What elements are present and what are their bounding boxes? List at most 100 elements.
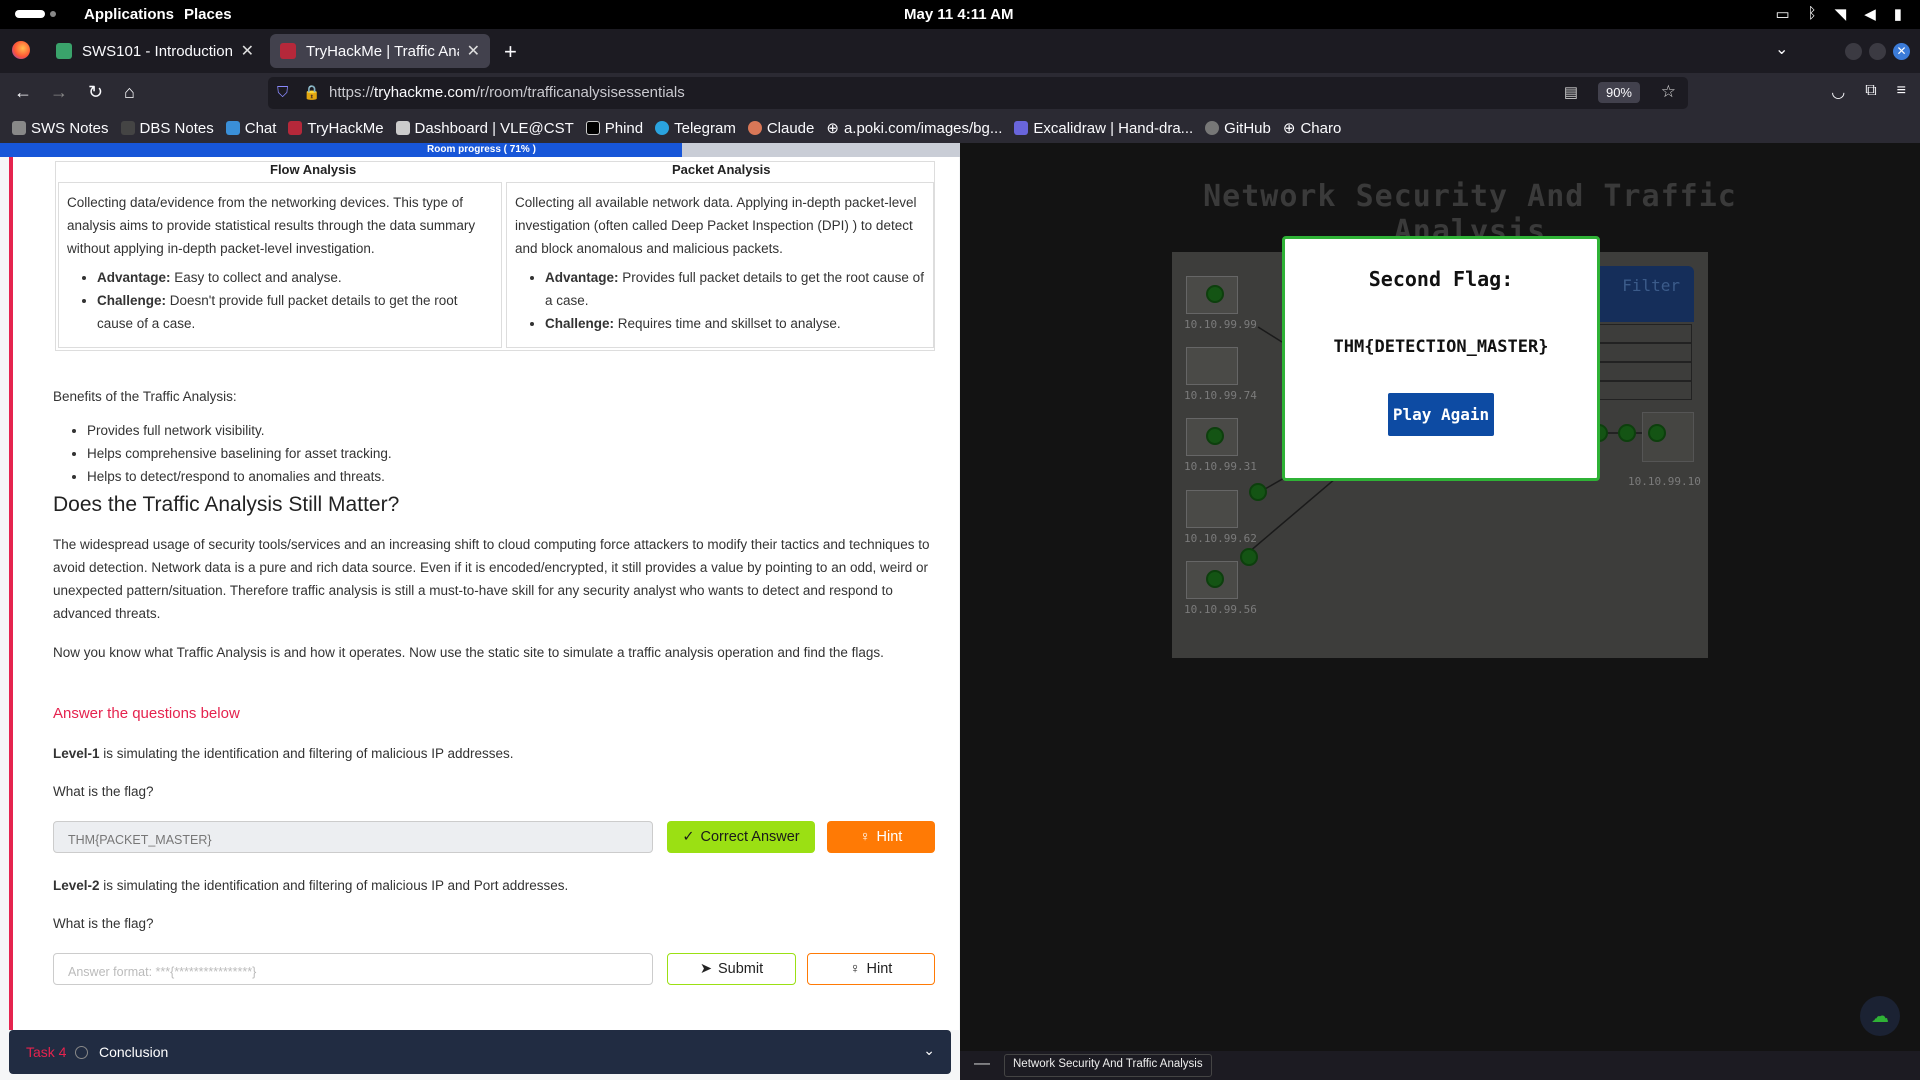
hint-button[interactable]: ♀ Hint <box>807 953 935 985</box>
host-node[interactable] <box>1186 490 1238 528</box>
close-tab-icon[interactable]: ✕ <box>467 41 480 61</box>
tab-title: TryHackMe | Traffic Analy <box>306 42 459 60</box>
navigation-toolbar: ← → ↻ ⌂ ⛉ 🔒 https://tryhackme.com/r/room… <box>0 73 1920 113</box>
tracking-shield-icon[interactable]: ⛉ <box>277 84 288 101</box>
room-progress-label: Room progress ( 71% ) <box>427 144 536 155</box>
back-arrow-icon[interactable]: ← <box>14 82 32 103</box>
close-window-button[interactable]: ✕ <box>1893 43 1910 60</box>
host-node[interactable] <box>1186 347 1238 385</box>
correct-answer-button[interactable]: ✓ Correct Answer <box>667 821 815 853</box>
firefox-icon[interactable] <box>12 41 30 59</box>
battery-icon[interactable]: ▮ <box>1894 5 1902 23</box>
applications-menu[interactable]: Applications <box>84 6 174 23</box>
wifi-icon[interactable]: ◥ <box>1835 5 1847 23</box>
tab-sws101[interactable]: SWS101 - Introduction to ✕ <box>46 34 264 68</box>
comparison-table: Flow Analysis Packet Analysis Collecting… <box>55 161 935 351</box>
packet-description: Collecting all available network data. A… <box>515 195 917 256</box>
activities-indicator[interactable] <box>15 10 45 18</box>
globe-icon: ⊕ <box>1282 120 1296 137</box>
reader-view-icon[interactable]: ▤ <box>1564 83 1578 101</box>
flow-analysis-cell: Collecting data/evidence from the networ… <box>58 182 502 348</box>
task-4-header[interactable]: Task 4 Conclusion ⌄ <box>9 1030 951 1074</box>
lightbulb-icon: ♀ <box>849 960 861 977</box>
pocket-icon[interactable]: ◡ <box>1831 82 1845 102</box>
packet-challenge: Challenge: Requires time and skillset to… <box>545 312 925 335</box>
lightbulb-icon: ♀ <box>859 828 871 845</box>
task-content-card: Flow Analysis Packet Analysis Collecting… <box>9 157 959 1030</box>
reload-icon[interactable]: ↻ <box>88 82 103 103</box>
system-top-bar: Applications Places May 11 4:11 AM ▭ ᛒ ◥… <box>0 0 1920 29</box>
menu-hamburger-icon[interactable]: ≡ <box>1897 82 1906 102</box>
bookmark-poki[interactable]: ⊕ a.poki.com/images/bg... <box>826 119 1002 138</box>
answer-questions-heading: Answer the questions below <box>53 705 240 722</box>
extensions-icon[interactable]: ⧉ <box>1865 82 1876 102</box>
bookmark-dbs-notes[interactable]: DBS Notes <box>120 120 214 137</box>
dashboard-icon <box>395 121 410 135</box>
url-text[interactable]: https://tryhackme.com/r/room/trafficanal… <box>329 84 685 101</box>
flow-challenge: Challenge: Doesn't provide full packet d… <box>97 289 493 335</box>
minimize-window-button[interactable] <box>1845 43 1862 60</box>
screen-icon[interactable]: ▭ <box>1775 5 1789 23</box>
tab-title: SWS101 - Introduction to <box>82 42 233 60</box>
packet-analysis-header: Packet Analysis <box>672 162 771 177</box>
bookmark-github[interactable]: GitHub <box>1205 120 1271 137</box>
bookmark-tryhackme[interactable]: TryHackMe <box>288 120 384 137</box>
bluetooth-icon[interactable]: ᛒ <box>1808 5 1817 23</box>
claude-icon <box>747 121 762 135</box>
link-dot <box>1240 548 1258 566</box>
zoom-level-button[interactable]: 90% <box>1597 82 1640 103</box>
clock[interactable]: May 11 4:11 AM <box>904 6 1014 23</box>
maximize-window-button[interactable] <box>1869 43 1886 60</box>
bookmark-star-icon[interactable]: ☆ <box>1661 82 1676 102</box>
new-tab-icon[interactable]: + <box>504 39 517 65</box>
globe-icon: ⊕ <box>826 120 839 137</box>
list-tabs-chevron-icon[interactable]: ⌄ <box>1775 39 1788 59</box>
server-status-dot <box>1648 424 1666 442</box>
question-1-answer-input[interactable]: THM{PACKET_MASTER} <box>53 821 653 853</box>
bookmark-telegram[interactable]: Telegram <box>655 120 736 137</box>
places-menu[interactable]: Places <box>184 6 232 23</box>
bookmark-dashboard[interactable]: Dashboard | VLE@CST <box>395 120 574 137</box>
github-icon <box>1205 121 1220 135</box>
host-status-dot <box>1206 427 1224 445</box>
tab-tryhackme[interactable]: TryHackMe | Traffic Analy ✕ <box>270 34 490 68</box>
home-icon[interactable]: ⌂ <box>124 82 135 103</box>
paragraph-matter: The widespread usage of security tools/s… <box>53 537 930 621</box>
excalidraw-icon <box>1014 121 1029 135</box>
task-number: Task 4 <box>26 1044 67 1060</box>
lock-icon[interactable]: 🔒 <box>303 84 320 101</box>
ip-label: 10.10.99.31 <box>1184 460 1257 473</box>
site-tab[interactable]: Network Security And Traffic Analysis <box>1004 1054 1212 1077</box>
flow-description: Collecting data/evidence from the networ… <box>67 195 476 256</box>
bookmark-chat[interactable]: Chat <box>225 120 276 137</box>
hint-button[interactable]: ♀ Hint <box>827 821 935 853</box>
workspace-dot <box>50 11 56 17</box>
benefits-intro: Benefits of the Traffic Analysis: <box>53 389 237 404</box>
split-view-footer: — Network Security And Traffic Analysis <box>960 1051 1920 1080</box>
bookmark-phind[interactable]: Phind <box>585 120 643 137</box>
host-status-dot <box>1206 285 1224 303</box>
question-2-answer-input[interactable]: Answer format: ***{****************} <box>53 953 653 985</box>
bookmark-sws-notes[interactable]: SWS Notes <box>12 120 109 137</box>
ip-label: 10.10.99.62 <box>1184 532 1257 545</box>
address-bar[interactable]: ⛉ 🔒 https://tryhackme.com/r/room/traffic… <box>268 77 1688 109</box>
notes-icon <box>12 121 26 135</box>
bookmark-charo[interactable]: ⊕ Charo <box>1282 119 1341 138</box>
toolbar-icons: ◡ ⧉ ≡ <box>1831 82 1906 102</box>
chat-bubble-icon[interactable]: ☁ <box>1860 996 1900 1036</box>
packet-analysis-cell: Collecting all available network data. A… <box>506 182 934 348</box>
bookmark-claude[interactable]: Claude <box>747 120 814 137</box>
volume-icon[interactable]: ◀ <box>1864 5 1876 23</box>
forward-arrow-icon[interactable]: → <box>50 82 68 103</box>
benefits-list: Provides full network visibility. Helps … <box>87 419 392 488</box>
close-tab-icon[interactable]: ✕ <box>241 41 254 61</box>
play-again-button[interactable]: Play Again <box>1387 393 1495 436</box>
submit-button[interactable]: ➤ Submit <box>667 953 796 985</box>
flag-value: THM{DETECTION_MASTER} <box>1333 337 1549 357</box>
chevron-down-icon[interactable]: ⌄ <box>923 1042 935 1059</box>
ip-label: 10.10.99.99 <box>1184 318 1257 331</box>
room-content-pane: Room progress ( 71% ) Flow Analysis Pack… <box>0 143 960 1080</box>
task-title: Conclusion <box>99 1044 169 1060</box>
bookmark-excalidraw[interactable]: Excalidraw | Hand-dra... <box>1014 120 1193 137</box>
minimize-icon[interactable]: — <box>974 1055 990 1073</box>
